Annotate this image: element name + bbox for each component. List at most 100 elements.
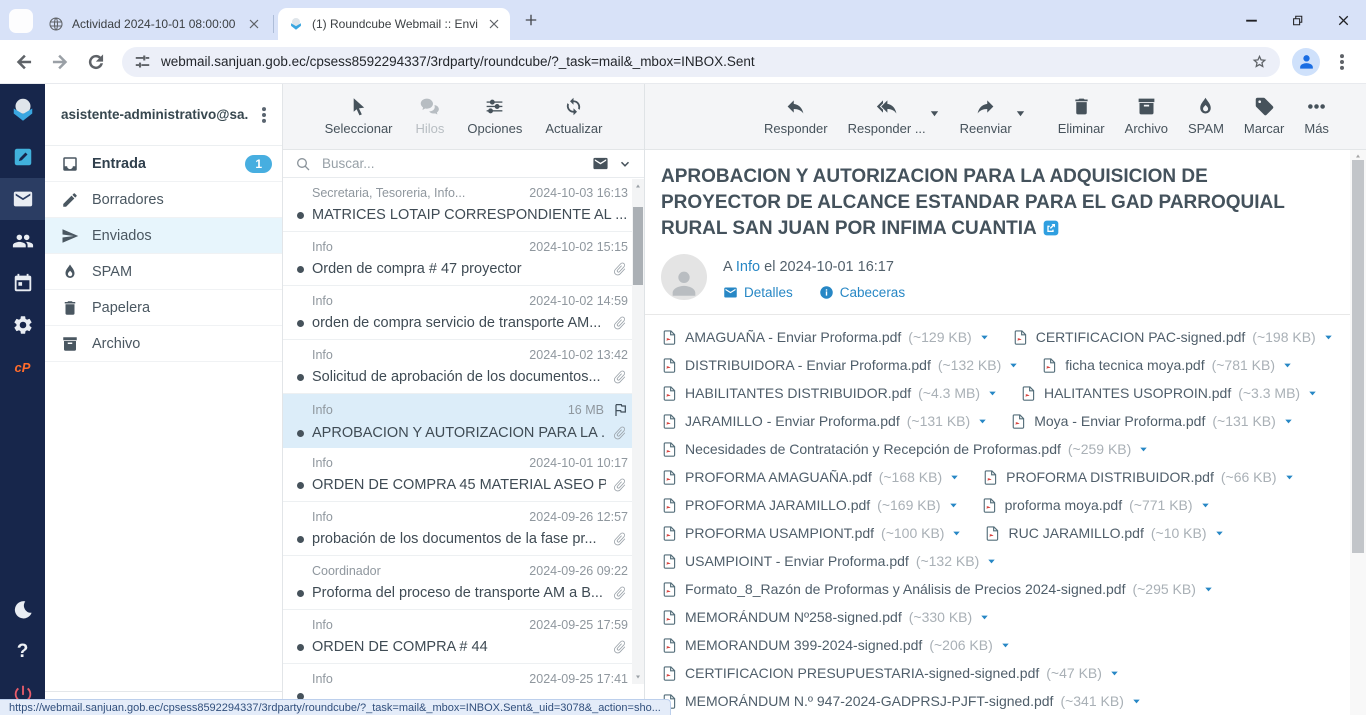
back-button[interactable] bbox=[10, 48, 38, 76]
attachment[interactable]: PROFORMA DISTRIBUIDOR.pdf(~66 KB) bbox=[982, 469, 1294, 486]
close-icon[interactable] bbox=[246, 16, 262, 32]
attachment[interactable]: AMAGUAÑA - Enviar Proforma.pdf(~129 KB) bbox=[661, 329, 990, 346]
mail-nav-button[interactable] bbox=[0, 178, 45, 220]
attachment[interactable]: MEMORÁNDUM N.º 947-2024-GADPRSJ-PJFT-sig… bbox=[661, 693, 1142, 710]
attachment[interactable]: Moya - Enviar Proforma.pdf(~131 KB) bbox=[1010, 413, 1294, 430]
reader-scrollbar[interactable] bbox=[1350, 150, 1366, 715]
attachment[interactable]: DISTRIBUIDORA - Enviar Proforma.pdf(~132… bbox=[661, 357, 1019, 374]
sidebar-item-sent[interactable]: Enviados bbox=[45, 218, 282, 254]
cpanel-button[interactable]: cP bbox=[0, 346, 45, 388]
site-settings-icon[interactable] bbox=[134, 53, 151, 70]
compose-button[interactable] bbox=[0, 136, 45, 178]
address-bar[interactable]: webmail.sanjuan.gob.ec/cpsess8592294337/… bbox=[122, 47, 1280, 77]
account-menu-icon[interactable] bbox=[254, 105, 274, 125]
scrollbar-thumb[interactable] bbox=[1352, 160, 1364, 553]
chevron-down-icon[interactable] bbox=[1138, 444, 1149, 455]
chevron-down-icon[interactable] bbox=[987, 388, 998, 399]
list-item[interactable]: Info2024-10-02 13:42 Solicitud de aproba… bbox=[283, 340, 644, 394]
attachment[interactable]: HALITANTES USOPROIN.pdf(~3.3 MB) bbox=[1020, 385, 1318, 402]
list-item[interactable]: Info2024-09-26 12:57 probación de los do… bbox=[283, 502, 644, 556]
reply-button[interactable]: Responder bbox=[755, 93, 837, 139]
chevron-down-icon[interactable] bbox=[1008, 360, 1019, 371]
attachment[interactable]: CERTIFICACION PAC-signed.pdf(~198 KB) bbox=[1012, 329, 1334, 346]
attachment[interactable]: Necesidades de Contratación y Recepción … bbox=[661, 441, 1149, 458]
flag-icon[interactable] bbox=[612, 402, 628, 418]
recipient-link[interactable]: Info bbox=[736, 259, 760, 275]
threads-button[interactable]: Hilos bbox=[407, 93, 454, 139]
forward-button[interactable] bbox=[46, 48, 74, 76]
attachment[interactable]: ficha tecnica moya.pdf(~781 KB) bbox=[1041, 357, 1293, 374]
spam-button[interactable]: SPAM bbox=[1179, 93, 1233, 139]
list-item-selected[interactable]: Info16 MB APROBACION Y AUTORIZACION PARA… bbox=[283, 394, 644, 448]
sidebar-item-archive[interactable]: Archivo bbox=[45, 326, 282, 362]
sidebar-item-drafts[interactable]: Borradores bbox=[45, 182, 282, 218]
attachment[interactable]: JARAMILLO - Enviar Proforma.pdf(~131 KB) bbox=[661, 413, 988, 430]
help-button[interactable]: ? bbox=[0, 631, 45, 673]
chevron-down-icon[interactable] bbox=[979, 612, 990, 623]
contacts-nav-button[interactable] bbox=[0, 220, 45, 262]
search-input[interactable] bbox=[320, 155, 583, 172]
chevron-down-icon[interactable] bbox=[1200, 500, 1211, 511]
delete-button[interactable]: Eliminar bbox=[1049, 93, 1114, 139]
scroll-up-arrow[interactable] bbox=[634, 183, 642, 189]
chevron-down-icon[interactable] bbox=[979, 332, 990, 343]
scrollbar-thumb[interactable] bbox=[633, 207, 643, 285]
chevron-down-icon[interactable] bbox=[929, 108, 940, 119]
window-minimize-button[interactable] bbox=[1228, 0, 1274, 40]
chevron-down-icon[interactable] bbox=[1000, 640, 1011, 651]
reload-button[interactable] bbox=[82, 48, 110, 76]
details-link[interactable]: Detalles bbox=[723, 285, 793, 300]
reply-all-button[interactable]: Responder ... bbox=[839, 93, 935, 139]
chevron-down-icon[interactable] bbox=[1131, 696, 1142, 707]
attachment[interactable]: PROFORMA AMAGUAÑA.pdf(~168 KB) bbox=[661, 469, 960, 486]
refresh-button[interactable]: Actualizar bbox=[536, 93, 611, 139]
sidebar-item-spam[interactable]: SPAM bbox=[45, 254, 282, 290]
attachment[interactable]: MEMORÁNDUM Nº258-signed.pdf(~330 KB) bbox=[661, 609, 990, 626]
chevron-down-icon[interactable] bbox=[1307, 388, 1318, 399]
attachment[interactable]: PROFORMA JARAMILLO.pdf(~169 KB) bbox=[661, 497, 959, 514]
new-tab-button[interactable] bbox=[522, 11, 540, 29]
chevron-down-icon[interactable] bbox=[977, 416, 988, 427]
chevron-down-icon[interactable] bbox=[1203, 584, 1214, 595]
tab-search-button[interactable] bbox=[9, 9, 33, 33]
chevron-down-icon[interactable] bbox=[1323, 332, 1334, 343]
calendar-nav-button[interactable] bbox=[0, 262, 45, 304]
list-item[interactable]: Info2024-10-02 14:59 orden de compra ser… bbox=[283, 286, 644, 340]
window-close-button[interactable] bbox=[1320, 0, 1366, 40]
attachment[interactable]: Formato_8_Razón de Proformas y Análisis … bbox=[661, 581, 1214, 598]
list-item[interactable]: Info2024-10-02 15:15 Orden de compra # 4… bbox=[283, 232, 644, 286]
attachment[interactable]: USAMPIOINT - Enviar Proforma.pdf(~132 KB… bbox=[661, 553, 997, 570]
scroll-up-arrow[interactable] bbox=[1354, 153, 1362, 159]
select-button[interactable]: Seleccionar bbox=[316, 93, 402, 139]
chevron-down-icon[interactable] bbox=[1284, 472, 1295, 483]
attachment[interactable]: MEMORANDUM 399-2024-signed.pdf(~206 KB) bbox=[661, 637, 1011, 654]
chevron-down-icon[interactable] bbox=[618, 157, 632, 171]
list-scrollbar[interactable] bbox=[632, 179, 644, 684]
chevron-down-icon[interactable] bbox=[949, 472, 960, 483]
attachment[interactable]: RUC JARAMILLO.pdf(~10 KB) bbox=[984, 525, 1224, 542]
attachment[interactable]: CERTIFICACION PRESUPUESTARIA-signed-sign… bbox=[661, 665, 1120, 682]
account-header[interactable]: asistente-administrativo@sa... bbox=[45, 84, 282, 146]
attachment[interactable]: HABILITANTES DISTRIBUIDOR.pdf(~4.3 MB) bbox=[661, 385, 998, 402]
browser-tab-activity[interactable]: Actividad 2024-10-01 08:00:00 bbox=[38, 8, 270, 40]
sidebar-item-trash[interactable]: Papelera bbox=[45, 290, 282, 326]
browser-menu-button[interactable] bbox=[1328, 48, 1356, 76]
chevron-down-icon[interactable] bbox=[948, 500, 959, 511]
browser-tab-roundcube[interactable]: (1) Roundcube Webmail :: Envia bbox=[278, 8, 510, 40]
chevron-down-icon[interactable] bbox=[1109, 668, 1120, 679]
chevron-down-icon[interactable] bbox=[951, 528, 962, 539]
browser-profile-avatar[interactable] bbox=[1292, 48, 1320, 76]
mark-button[interactable]: Marcar bbox=[1235, 93, 1293, 139]
close-icon[interactable] bbox=[486, 16, 502, 32]
list-item[interactable]: Info2024-09-25 17:59 ORDEN DE COMPRA # 4… bbox=[283, 610, 644, 664]
window-restore-button[interactable] bbox=[1274, 0, 1320, 40]
scroll-down-arrow[interactable] bbox=[634, 674, 642, 680]
chevron-down-icon[interactable] bbox=[986, 556, 997, 567]
attachment[interactable]: PROFORMA USAMPIONT.pdf(~100 KB) bbox=[661, 525, 962, 542]
headers-link[interactable]: Cabeceras bbox=[819, 285, 905, 300]
open-in-new-window-icon[interactable] bbox=[1043, 220, 1059, 236]
attachment[interactable]: proforma moya.pdf(~771 KB) bbox=[981, 497, 1211, 514]
more-button[interactable]: Más bbox=[1295, 93, 1338, 139]
archive-button[interactable]: Archivo bbox=[1116, 93, 1177, 139]
list-item[interactable]: Coordinador2024-09-26 09:22 Proforma del… bbox=[283, 556, 644, 610]
